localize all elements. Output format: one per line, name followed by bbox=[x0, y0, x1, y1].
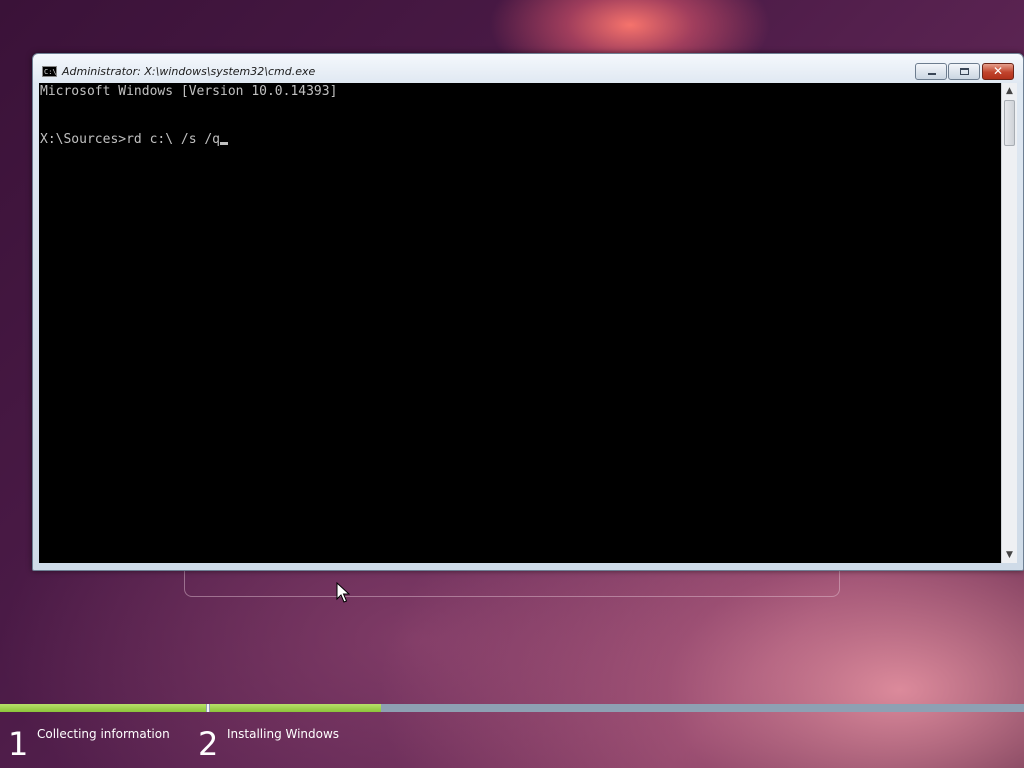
cmd-icon: C:\ bbox=[42, 66, 57, 77]
vertical-scrollbar[interactable]: ▲ ▼ bbox=[1001, 83, 1017, 563]
step-label: Collecting information bbox=[37, 727, 170, 741]
close-icon: ✕ bbox=[992, 64, 1004, 78]
cmd-window[interactable]: C:\ Administrator: X:\windows\system32\c… bbox=[32, 53, 1024, 571]
title-bar[interactable]: C:\ Administrator: X:\windows\system32\c… bbox=[33, 54, 1023, 84]
maximize-button[interactable] bbox=[948, 63, 980, 80]
maximize-icon bbox=[960, 68, 969, 75]
scroll-down-icon[interactable]: ▼ bbox=[1002, 547, 1017, 563]
close-button[interactable]: ✕ bbox=[982, 63, 1014, 80]
setup-progress-bar bbox=[0, 704, 1024, 712]
scroll-up-icon[interactable]: ▲ bbox=[1002, 83, 1017, 99]
progress-step2-track bbox=[210, 704, 1024, 712]
console-line-version: Microsoft Windows [Version 10.0.14393] bbox=[40, 84, 338, 99]
console-line-command[interactable]: X:\Sources>rd c:\ /s /q bbox=[40, 132, 229, 148]
step-label: Installing Windows bbox=[227, 727, 340, 741]
progress-divider bbox=[207, 704, 209, 712]
minimize-icon bbox=[928, 73, 936, 75]
progress-step1-fill bbox=[0, 704, 206, 712]
step-number: 1 bbox=[8, 725, 29, 763]
step-number: 2 bbox=[198, 725, 219, 763]
scrollbar-thumb[interactable] bbox=[1004, 100, 1015, 146]
command-text: X:\Sources>rd c:\ /s /q bbox=[40, 132, 221, 147]
mouse-pointer-icon bbox=[336, 582, 350, 603]
console-output[interactable]: Microsoft Windows [Version 10.0.14393] X… bbox=[39, 83, 1001, 563]
window-title: Administrator: X:\windows\system32\cmd.e… bbox=[62, 65, 316, 78]
minimize-button[interactable] bbox=[915, 63, 947, 80]
text-cursor bbox=[220, 142, 229, 145]
progress-step2-fill bbox=[210, 704, 381, 712]
